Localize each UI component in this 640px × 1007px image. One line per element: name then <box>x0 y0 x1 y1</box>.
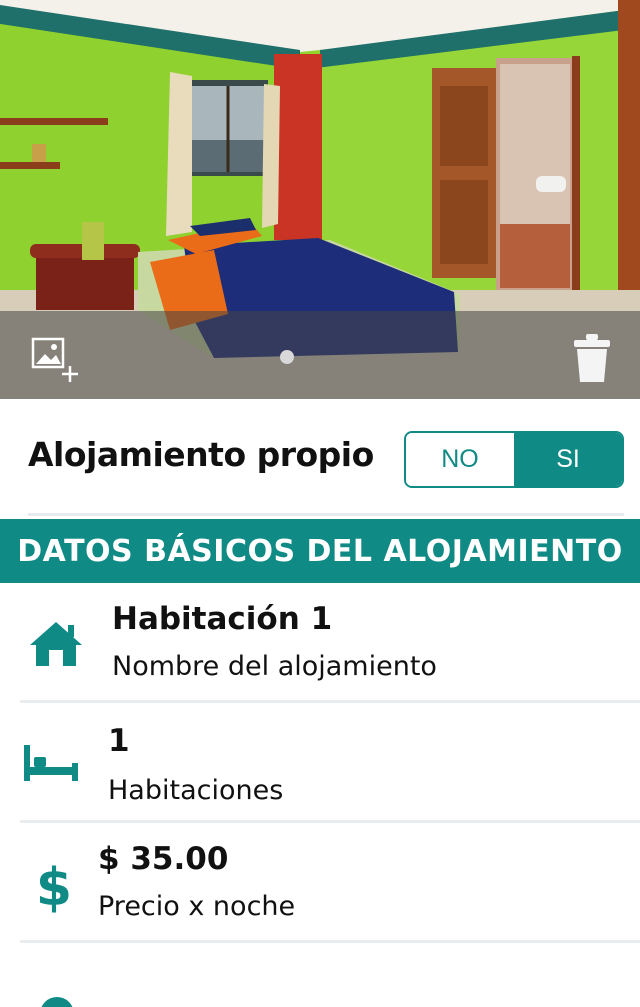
section-header-basic-data: DATOS BÁSICOS DEL ALOJAMIENTO <box>0 519 640 583</box>
price-value: $ 35.00 <box>98 841 229 877</box>
price-label: Precio x noche <box>98 891 296 922</box>
add-photo-button[interactable] <box>30 336 80 384</box>
own-accommodation-toggle[interactable]: NO SI <box>404 431 624 488</box>
accommodation-name-value: Habitación 1 <box>112 601 333 637</box>
next-field-icon <box>40 997 74 1007</box>
divider <box>28 513 624 516</box>
own-accommodation-label: Alojamiento propio <box>28 435 374 474</box>
own-accommodation-row: Alojamiento propio NO SI <box>0 399 640 513</box>
field-price-per-night[interactable]: $ $ 35.00 Precio x noche <box>0 823 640 940</box>
dollar-icon: $ <box>36 858 72 913</box>
field-accommodation-name[interactable]: Habitación 1 Nombre del alojamiento <box>0 583 640 700</box>
toggle-option-no[interactable]: NO <box>406 433 514 486</box>
carousel-page-indicator[interactable] <box>280 350 294 364</box>
room-photo-carousel[interactable] <box>0 0 640 399</box>
trash-icon <box>574 334 610 382</box>
house-icon <box>30 622 82 666</box>
divider <box>20 940 640 943</box>
rooms-label: Habitaciones <box>108 775 284 806</box>
svg-text:$: $ <box>36 858 72 913</box>
delete-photo-button[interactable] <box>572 332 612 384</box>
field-rooms[interactable]: 1 Habitaciones <box>0 703 640 820</box>
photo-action-bar <box>0 311 640 399</box>
toggle-option-si[interactable]: SI <box>514 433 622 486</box>
add-image-icon <box>31 337 78 382</box>
bed-icon <box>24 745 78 781</box>
accommodation-name-label: Nombre del alojamiento <box>112 651 437 682</box>
rooms-value: 1 <box>108 723 130 759</box>
